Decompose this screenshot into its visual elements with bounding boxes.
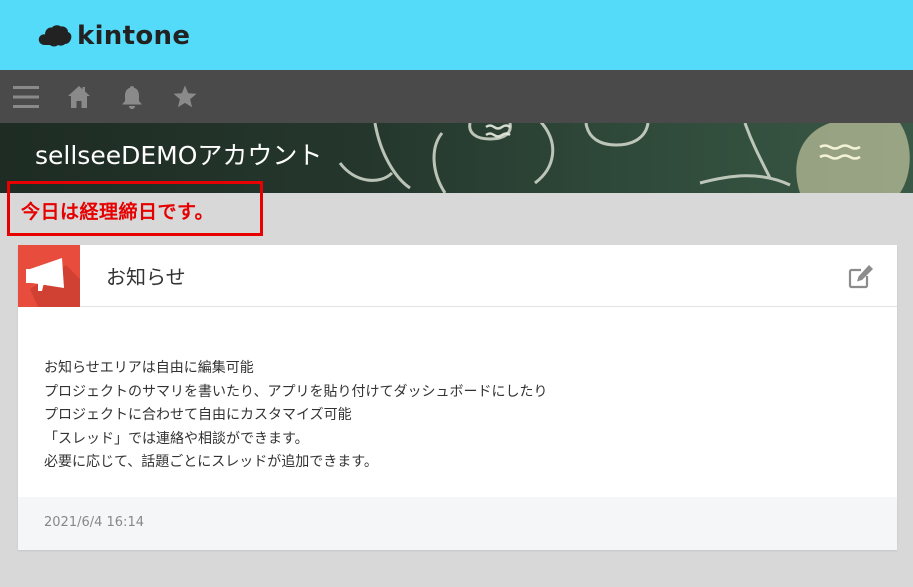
menu-icon[interactable] (11, 82, 41, 112)
global-nav (0, 70, 913, 123)
logo-text: kintone (77, 21, 191, 51)
notice-highlight-box: 今日は経理締日です。 (7, 181, 263, 236)
announcement-line: プロジェクトに合わせて自由にカスタマイズ可能 (44, 407, 352, 423)
announcement-line: 「スレッド」では連絡や相談ができます。 (44, 430, 309, 447)
announcement-title: お知らせ (106, 265, 186, 289)
announcement-body: お知らせエリアは自由に編集可能 プロジェクトのサマリを書いたり、アプリを貼り付け… (44, 357, 547, 475)
announcement-footer: 2021/6/4 16:14 (18, 497, 897, 550)
announcement-card: お知らせ お知らせエリアは自由に編集可能 プロジェクトのサマリを書いたり、アプリ… (18, 245, 897, 550)
announcement-line: 必要に応じて、話題ごとにスレッドが追加できます。 (44, 454, 378, 470)
announcement-line: プロジェクトのサマリを書いたり、アプリを貼り付けてダッシュボードにしたり (44, 383, 548, 400)
brand-header: kintone (0, 0, 913, 70)
announcement-header: お知らせ (18, 245, 897, 307)
megaphone-icon (18, 245, 80, 307)
home-icon[interactable] (64, 82, 94, 112)
bell-icon[interactable] (117, 82, 147, 112)
space-title: sellseeDEMOアカウント (35, 141, 323, 170)
announcement-timestamp: 2021/6/4 16:14 (44, 515, 144, 530)
notice-text: 今日は経理締日です。 (21, 201, 215, 223)
kintone-logo[interactable]: kintone (38, 19, 190, 53)
cloud-logo-icon (38, 25, 72, 47)
edit-icon[interactable] (847, 262, 875, 290)
star-icon[interactable] (170, 82, 200, 112)
announcement-line: お知らせエリアは自由に編集可能 (44, 360, 254, 376)
